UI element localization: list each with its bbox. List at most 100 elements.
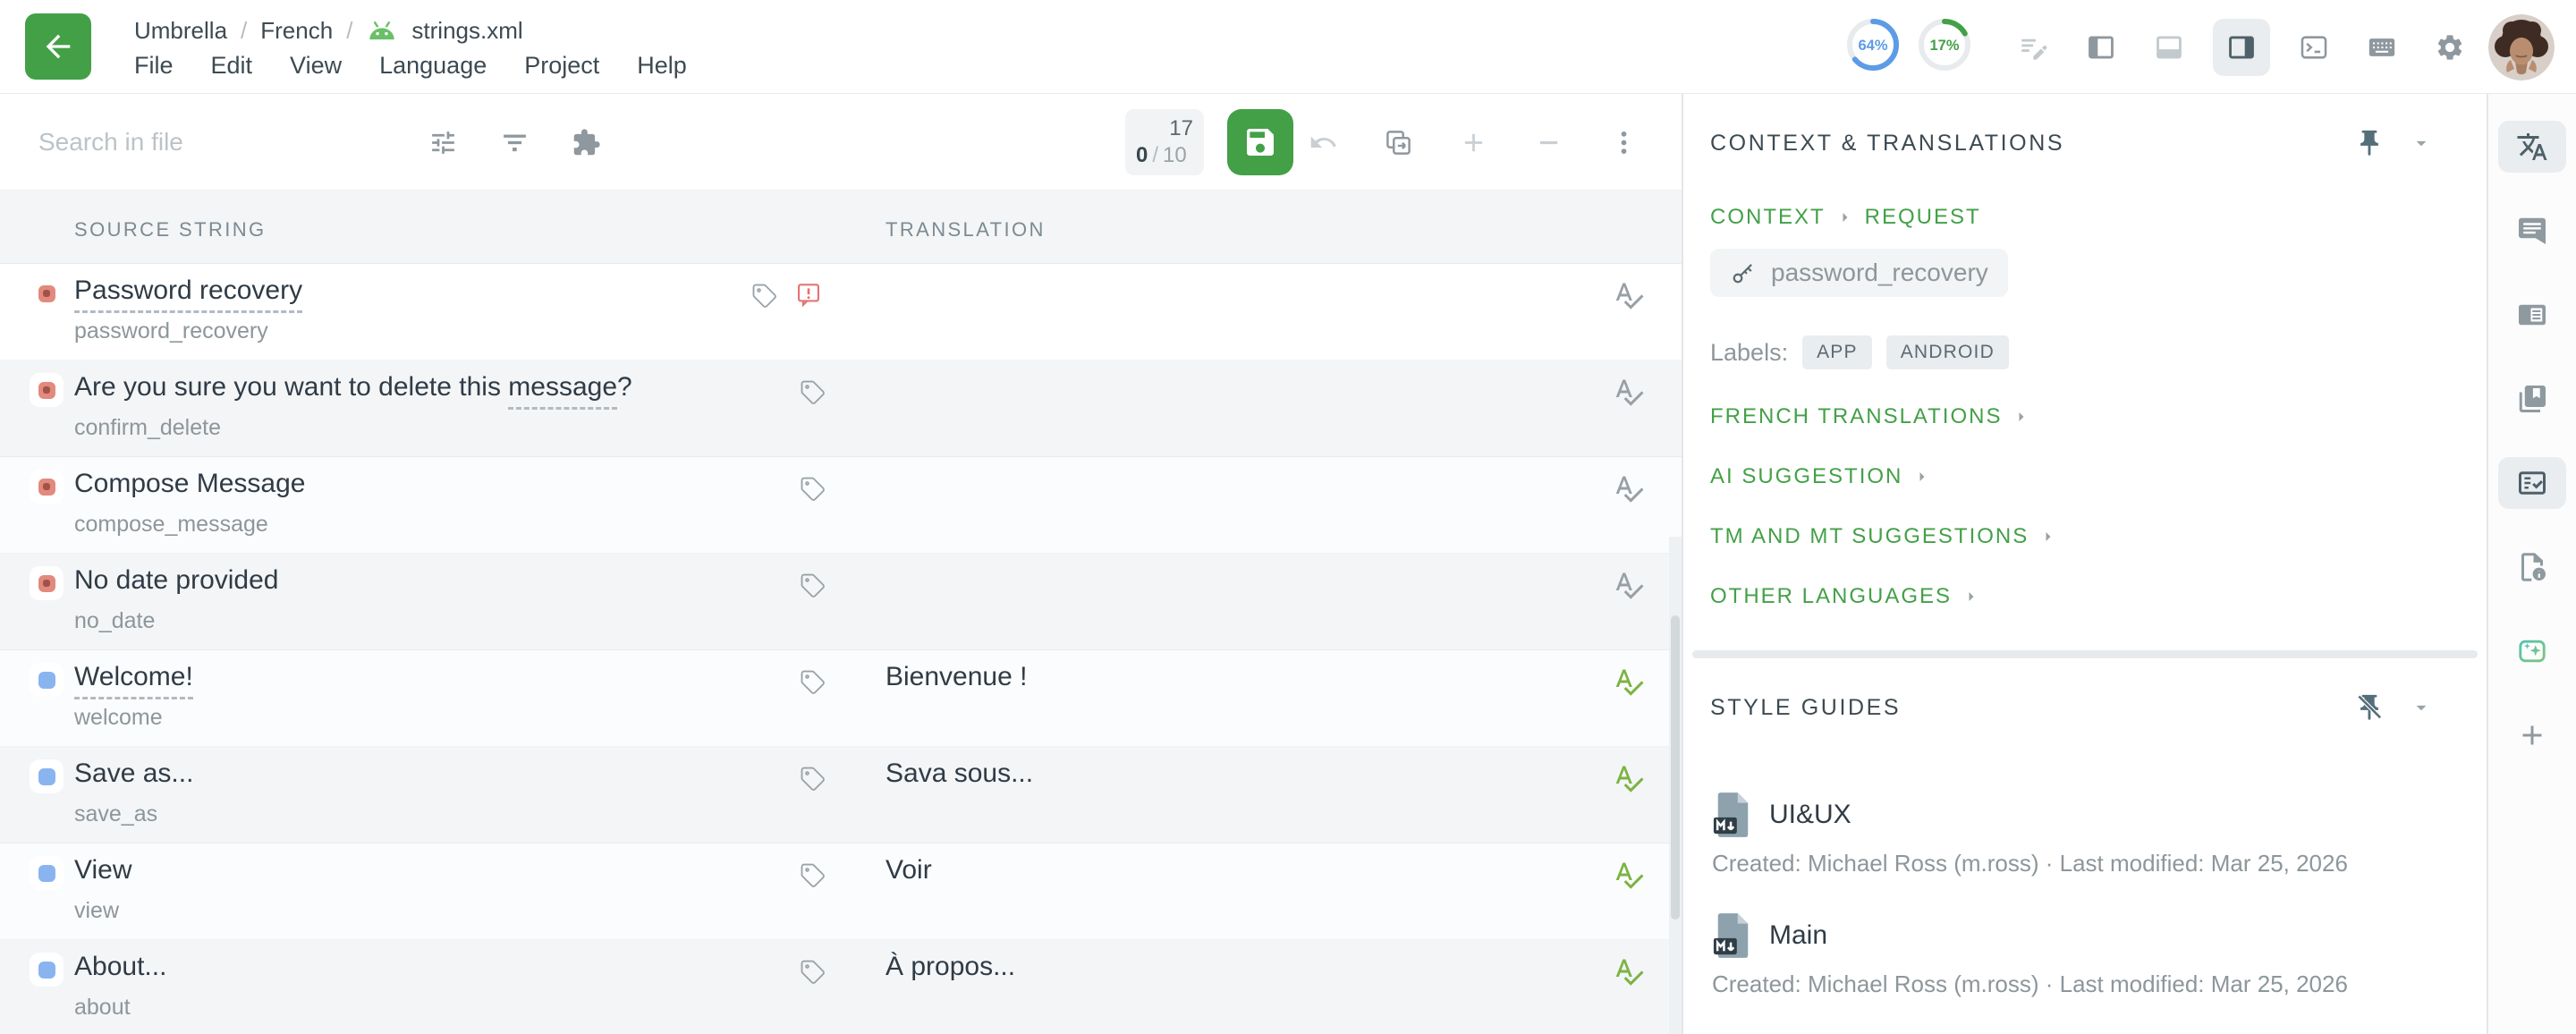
pin-icon[interactable] — [2354, 128, 2385, 158]
breadcrumb-file[interactable]: strings.xml — [411, 17, 522, 45]
unpin-icon[interactable] — [2354, 692, 2385, 723]
menu-file[interactable]: File — [134, 52, 174, 80]
filter-icon — [500, 128, 530, 157]
translate-tab[interactable] — [2498, 121, 2566, 173]
string-key-chip[interactable]: password_recovery — [1710, 249, 2008, 297]
filter-settings-button[interactable] — [419, 118, 467, 166]
file-info-tab[interactable] — [2498, 541, 2566, 593]
source-string: Welcome! — [74, 662, 193, 692]
menu-view[interactable]: View — [290, 52, 342, 80]
menu-edit[interactable]: Edit — [211, 52, 253, 80]
duplicate-button[interactable] — [1374, 118, 1422, 166]
context-links: CONTEXT REQUEST — [1710, 205, 1981, 230]
caret-right-icon — [1911, 466, 1933, 487]
layout-right-button[interactable] — [2213, 19, 2270, 76]
string-row-confirm_delete[interactable]: Are you sure you want to delete this mes… — [0, 360, 1682, 457]
translated-progress-ring: 64% — [1844, 16, 1902, 78]
comments-tab[interactable] — [2498, 205, 2566, 257]
remove-button[interactable] — [1524, 118, 1572, 166]
caret-right-icon — [2038, 526, 2059, 547]
section-french-translations[interactable]: FRENCH TRANSLATIONS — [1710, 403, 2059, 430]
layout-bottom-button[interactable] — [2145, 23, 2193, 72]
menu-project[interactable]: Project — [524, 52, 599, 80]
bookmarks-tab[interactable] — [2498, 373, 2566, 425]
caret-down-icon[interactable] — [2410, 131, 2433, 155]
filter-button[interactable] — [490, 118, 538, 166]
string-row-save_as[interactable]: Save as...save_asSava sous... — [0, 747, 1682, 843]
untranslated-status-icon — [30, 566, 64, 600]
checklist-icon — [2516, 467, 2548, 499]
ai-assistant-tab[interactable] — [2498, 625, 2566, 677]
spellcheck-icon — [1612, 569, 1646, 601]
tag-icon — [800, 379, 826, 406]
context-link[interactable]: CONTEXT — [1710, 205, 1826, 230]
remove-icon — [1534, 128, 1563, 157]
add-button[interactable] — [1449, 118, 1497, 166]
undo-button[interactable] — [1299, 118, 1347, 166]
breadcrumb: Umbrella / French / strings.xml — [134, 14, 523, 47]
spellcheck-icon — [1612, 859, 1646, 891]
source-string: Compose Message — [74, 469, 305, 499]
style-guide-name: UI&UX — [1769, 800, 1852, 830]
checklist-tab[interactable] — [2498, 457, 2566, 509]
add-panel-tab[interactable] — [2498, 709, 2566, 761]
untranslated-status-icon — [30, 470, 64, 504]
progress-rings: 64% 17% — [1844, 16, 1973, 78]
search-input[interactable] — [38, 94, 387, 190]
menu-language[interactable]: Language — [379, 52, 487, 80]
request-link[interactable]: REQUEST — [1865, 205, 1981, 230]
untranslated-status-icon — [30, 373, 64, 407]
notes-edit-button[interactable] — [2009, 23, 2057, 72]
string-key: compose_message — [74, 512, 268, 538]
label-chip-android: ANDROID — [1886, 335, 2009, 369]
caret-right-icon — [1961, 586, 1982, 607]
column-source-string: SOURCE STRING — [74, 218, 267, 242]
section-tm-and-mt-suggestions[interactable]: TM AND MT SUGGESTIONS — [1710, 523, 2059, 550]
string-row-no_date[interactable]: No date providedno_date — [0, 554, 1682, 650]
panel-divider[interactable] — [1692, 650, 2478, 658]
untranslated-status-icon — [30, 276, 64, 310]
context-card-tab[interactable] — [2498, 289, 2566, 341]
translated-status-icon — [30, 663, 64, 697]
pagination-counter: 17 0 / 10 — [1125, 109, 1204, 175]
string-key: save_as — [74, 801, 157, 827]
svg-text:17%: 17% — [1929, 38, 1959, 54]
caret-down-icon[interactable] — [2410, 696, 2433, 719]
section-ai-suggestion[interactable]: AI SUGGESTION — [1710, 463, 2059, 490]
string-row-compose_message[interactable]: Compose Message compose_message — [0, 457, 1682, 554]
breadcrumb-language[interactable]: French — [260, 17, 333, 45]
style-guide-ui-ux[interactable]: UI&UXCreated: Michael Ross (m.ross) · La… — [1712, 791, 2348, 877]
section-label: TM AND MT SUGGESTIONS — [1710, 524, 2029, 549]
save-button[interactable] — [1227, 109, 1293, 175]
source-string: Password recovery — [74, 275, 302, 306]
section-label: AI SUGGESTION — [1710, 464, 1902, 489]
plugins-button[interactable] — [562, 118, 610, 166]
settings-button[interactable] — [2426, 23, 2474, 72]
string-row-view[interactable]: ViewviewVoir — [0, 843, 1682, 940]
style-guide-main[interactable]: MainCreated: Michael Ross (m.ross) · Las… — [1712, 911, 2348, 998]
string-row-about[interactable]: About...aboutÀ propos... — [0, 940, 1682, 1034]
spellcheck-icon — [1612, 376, 1646, 408]
approved-progress-ring: 17% — [1916, 16, 1973, 78]
keyboard-button[interactable] — [2358, 23, 2406, 72]
layout-left-button[interactable] — [2077, 23, 2125, 72]
markdown-file-icon — [1712, 911, 1753, 960]
issue-icon — [794, 281, 823, 309]
tag-icon — [800, 669, 826, 696]
translation-text: Sava sous... — [886, 759, 1033, 789]
context-panel-title: CONTEXT & TRANSLATIONS — [1710, 131, 2064, 157]
section-other-languages[interactable]: OTHER LANGUAGES — [1710, 583, 2059, 610]
scrollbar-thumb[interactable] — [1671, 615, 1680, 920]
terminal-button[interactable] — [2290, 23, 2338, 72]
back-button[interactable] — [25, 13, 91, 80]
string-row-password_recovery[interactable]: Password recoverypassword_recovery — [0, 264, 1682, 360]
more-button[interactable] — [1599, 118, 1648, 166]
label-chip-app: APP — [1802, 335, 1872, 369]
string-row-welcome[interactable]: Welcome!welcomeBienvenue ! — [0, 650, 1682, 747]
avatar[interactable] — [2488, 14, 2555, 81]
menu-help[interactable]: Help — [637, 52, 687, 80]
breadcrumb-project[interactable]: Umbrella — [134, 17, 227, 45]
tag-icon — [800, 572, 826, 599]
toolbar-right-icons — [1299, 118, 1648, 166]
translation-editor-app: Umbrella / French / strings.xml File Edit… — [0, 0, 2576, 1034]
